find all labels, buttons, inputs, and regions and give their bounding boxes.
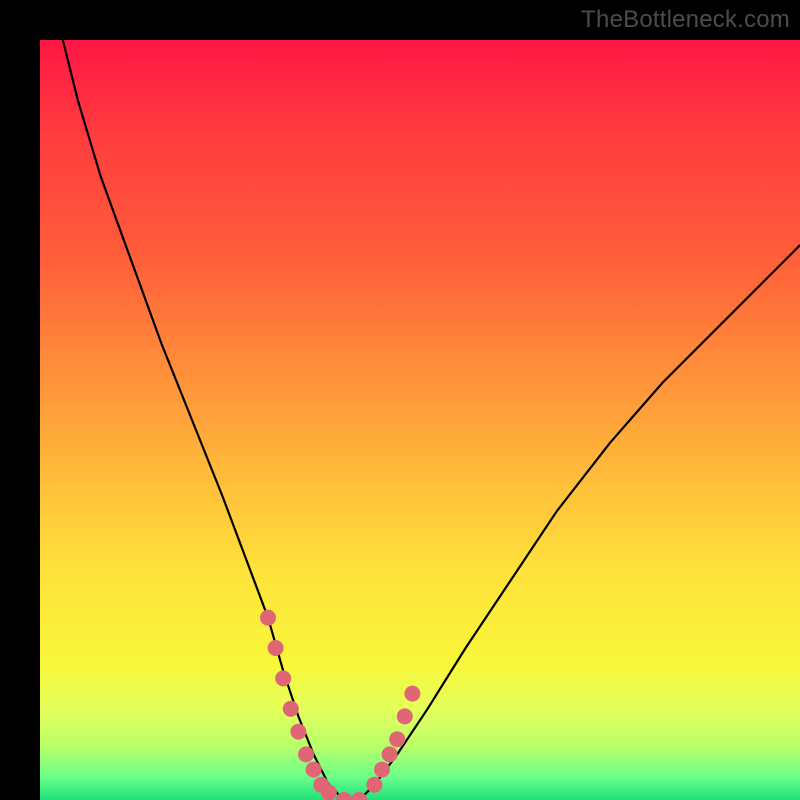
watermark-label: TheBottleneck.com [581,6,790,34]
highlight-dot [321,784,337,800]
highlight-dot [306,762,322,778]
bottleneck-curve [63,40,800,800]
highlight-dot [382,746,398,762]
highlight-dot [275,670,291,686]
highlight-dot [260,610,276,626]
curve-overlay [40,40,800,800]
highlight-dot [374,762,390,778]
chart-container: TheBottleneck.com [0,0,800,800]
highlight-dot [404,686,420,702]
highlight-dot [283,701,299,717]
highlight-dot [268,640,284,656]
highlight-dots [260,610,420,800]
highlight-dot [389,731,405,747]
highlight-dot [366,777,382,793]
highlight-dot [397,708,413,724]
highlight-dot [298,746,314,762]
highlight-dot [290,724,306,740]
